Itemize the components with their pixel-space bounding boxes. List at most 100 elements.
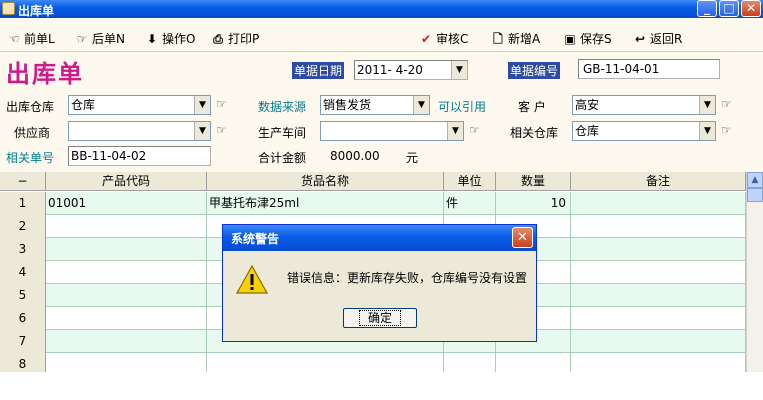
cell-note[interactable] [571, 192, 746, 215]
col-header-name[interactable]: 货品名称 [207, 172, 444, 191]
docno-field[interactable]: GB-11-04-01 [578, 59, 720, 79]
related-warehouse-select[interactable]: 仓库 ▼ [572, 121, 716, 141]
cell-name[interactable] [207, 353, 444, 372]
cell-code[interactable] [46, 215, 207, 238]
cell-unit[interactable] [444, 353, 496, 372]
col-header-unit[interactable]: 单位 [444, 172, 496, 191]
cell-unit[interactable]: 件 [444, 192, 496, 215]
cell-code[interactable] [46, 238, 207, 261]
col-header-index[interactable]: − [0, 172, 46, 191]
hand-pointer-icon[interactable]: ☞ [216, 97, 227, 111]
arrow-down-icon: ⬇ [146, 32, 158, 46]
hand-pointer-icon[interactable]: ☞ [721, 123, 732, 137]
total-unit: 元 [406, 151, 419, 165]
warning-dialog: 系统警告 ✕ 错误信息：更新库存失败，仓库编号没有设置 确定 [222, 224, 537, 342]
source-label: 数据来源 [258, 100, 307, 114]
cell-note[interactable] [571, 238, 746, 261]
chevron-down-icon[interactable]: ▼ [413, 96, 429, 114]
main-window: 出库单 _ □ ✕ ☜ 前单L ☞ 后单N ⬇ 操作O ⎙ 打印P ✔ 审核C 🗋 新增A … [0, 0, 763, 372]
save-button[interactable]: ▣ 保存S [562, 30, 611, 46]
chevron-down-icon[interactable]: ▼ [699, 96, 715, 114]
scroll-up-icon[interactable]: ▲ [747, 172, 763, 188]
cell-name[interactable]: 甲基托布津25ml [207, 192, 444, 215]
row-index[interactable]: 6 [0, 307, 46, 330]
date-label: 单据日期 [292, 62, 345, 79]
supplier-select[interactable]: ▼ [68, 121, 211, 141]
chevron-down-icon[interactable]: ▼ [447, 122, 463, 140]
cell-note[interactable] [571, 215, 746, 238]
cell-note[interactable] [571, 261, 746, 284]
vertical-scrollbar[interactable]: ▲ [746, 172, 763, 372]
cell-code[interactable]: 01001 [46, 192, 207, 215]
ok-button[interactable]: 确定 [343, 308, 417, 328]
next-button[interactable]: ☞ 后单N [74, 30, 125, 46]
row-index[interactable]: 2 [0, 215, 46, 238]
row-index[interactable]: 5 [0, 284, 46, 307]
cell-code[interactable] [46, 284, 207, 307]
related-no-field[interactable]: BB-11-04-02 [68, 146, 211, 166]
new-doc-icon: 🗋 [493, 32, 503, 46]
workshop-select[interactable]: ▼ [320, 121, 464, 141]
minimize-button[interactable]: _ [697, 0, 717, 17]
cell-code[interactable] [46, 261, 207, 284]
maximize-button[interactable]: □ [719, 0, 739, 17]
operate-button[interactable]: ⬇ 操作O [144, 30, 195, 46]
date-field[interactable]: 2011- 4-20 ▼ [354, 60, 468, 80]
return-icon: ↩ [634, 32, 646, 46]
print-icon: ⎙ [213, 32, 223, 46]
total-label: 合计金额 [258, 151, 307, 165]
chevron-down-icon[interactable]: ▼ [194, 96, 210, 114]
warehouse-select[interactable]: 仓库 ▼ [68, 95, 211, 115]
cell-note[interactable] [571, 353, 746, 372]
hand-pointer-icon[interactable]: ☞ [721, 97, 732, 111]
print-button[interactable]: ⎙ 打印P [210, 30, 259, 46]
back-button[interactable]: ↩ 返回R [632, 30, 682, 46]
table-row[interactable]: 1 01001 甲基托布津25ml 件 10 [0, 192, 746, 215]
close-button[interactable]: ✕ [741, 0, 761, 17]
scroll-thumb[interactable] [747, 188, 763, 202]
dialog-close-button[interactable]: ✕ [512, 227, 533, 248]
chevron-down-icon[interactable]: ▼ [194, 122, 210, 140]
supplier-label: 供应商 [14, 126, 51, 140]
cite-link[interactable]: 可以引用 [438, 98, 486, 115]
floppy-icon: ▣ [564, 32, 576, 46]
col-header-note[interactable]: 备注 [571, 172, 746, 191]
hand-pointer-icon[interactable]: ☞ [216, 123, 227, 137]
toolbar: ☜ 前单L ☞ 后单N ⬇ 操作O ⎙ 打印P ✔ 审核C 🗋 新增A ▣ 保存S ↩ 返回R [0, 22, 763, 52]
row-index[interactable]: 4 [0, 261, 46, 284]
cell-code[interactable] [46, 330, 207, 353]
row-index[interactable]: 3 [0, 238, 46, 261]
hand-right-icon: ☞ [76, 32, 88, 46]
chevron-down-icon[interactable]: ▼ [699, 122, 715, 140]
hand-left-icon: ☜ [8, 32, 20, 46]
checkmark-icon: ✔ [420, 32, 432, 46]
cell-qty[interactable]: 10 [496, 192, 571, 215]
related-no-label: 相关单号 [6, 151, 55, 165]
chevron-down-icon[interactable]: ▼ [451, 61, 467, 79]
hand-pointer-icon[interactable]: ☞ [469, 123, 480, 137]
row-index[interactable]: 1 [0, 192, 46, 215]
window-title: 出库单 [18, 4, 55, 18]
row-index[interactable]: 7 [0, 330, 46, 353]
prev-button[interactable]: ☜ 前单L [6, 30, 55, 46]
grid-header: − 产品代码 货品名称 单位 数量 备注 [0, 172, 746, 191]
audit-button[interactable]: ✔ 审核C [418, 30, 468, 46]
cell-note[interactable] [571, 330, 746, 353]
row-index[interactable]: 8 [0, 353, 46, 372]
table-row[interactable]: 8 [0, 353, 746, 372]
related-warehouse-label: 相关仓库 [510, 126, 559, 140]
dialog-title-bar: 系统警告 ✕ [223, 225, 536, 251]
col-header-code[interactable]: 产品代码 [46, 172, 207, 191]
document-title: 出库单 [6, 60, 84, 88]
cell-code[interactable] [46, 307, 207, 330]
cell-qty[interactable] [496, 353, 571, 372]
total-value: 8000.00 [330, 149, 380, 163]
source-select[interactable]: 销售发货 ▼ [320, 95, 430, 115]
new-button[interactable]: 🗋 新增A [490, 30, 540, 46]
cell-code[interactable] [46, 353, 207, 372]
cell-note[interactable] [571, 284, 746, 307]
cell-note[interactable] [571, 307, 746, 330]
customer-select[interactable]: 高安 ▼ [572, 95, 716, 115]
docno-label: 单据编号 [508, 62, 561, 79]
col-header-qty[interactable]: 数量 [496, 172, 571, 191]
